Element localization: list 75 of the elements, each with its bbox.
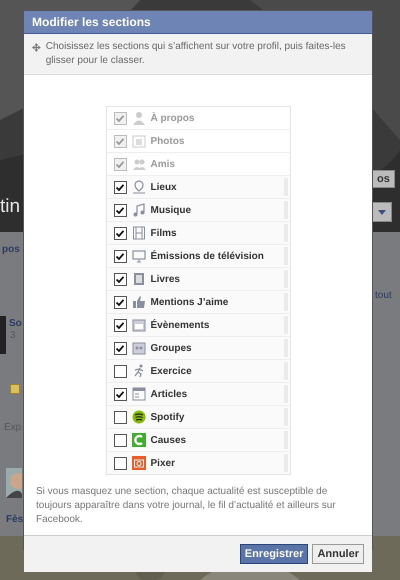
friend-name[interactable]: Fès (6, 514, 24, 525)
dialog-title: Modifier les sections (24, 11, 372, 34)
note-text: Si vous masquez une section, chaque actualité est susceptible de toujours apparaître dans votre journal, le fil d’actualité et ailleurs sur Facebook. (35, 485, 337, 527)
monitor-icon (132, 249, 146, 263)
section-label: Musique (150, 204, 192, 216)
drag-handle[interactable] (284, 431, 288, 449)
thumbs-up-icon (132, 295, 146, 309)
section-label: Lieux (150, 182, 177, 192)
drag-handle[interactable] (284, 316, 288, 334)
section-label: Exercice (150, 366, 192, 376)
camera-icon (132, 456, 146, 470)
letter-c-icon (132, 433, 146, 447)
drag-handle[interactable] (284, 224, 288, 242)
section-label: À propos (150, 112, 194, 124)
checkbox[interactable] (114, 318, 126, 332)
checkbox[interactable] (114, 250, 126, 262)
checkbox[interactable] (114, 272, 126, 286)
cancel-button[interactable]: Annuler (312, 544, 364, 564)
drag-handle[interactable] (284, 385, 288, 403)
drag-handle[interactable] (284, 201, 288, 219)
checkbox[interactable] (114, 434, 126, 446)
article-icon (132, 387, 146, 401)
section-label: Évènements (150, 320, 210, 330)
checkbox[interactable] (114, 410, 126, 424)
profile-name: tin (0, 196, 20, 218)
caret-icon (378, 210, 386, 214)
section-label: Livres (150, 274, 180, 284)
section-label: Articles (150, 388, 188, 400)
drag-handle[interactable] (284, 270, 288, 288)
striped-circle-icon (132, 410, 146, 424)
checkbox[interactable] (114, 456, 126, 470)
section-label: Émissions de télévision (150, 250, 264, 262)
runner-icon (132, 364, 146, 378)
group-icon (132, 341, 146, 355)
photo-icon (132, 134, 146, 148)
drag-handle[interactable] (284, 454, 288, 472)
section-label: Amis (150, 158, 175, 170)
section-label: Spotify (150, 412, 184, 422)
checkbox[interactable] (114, 364, 126, 378)
move-icon (32, 42, 41, 53)
nav-link[interactable]: pos (2, 244, 20, 255)
dropdown-button[interactable] (372, 202, 392, 222)
note-icon (10, 384, 20, 394)
checkbox[interactable] (114, 388, 126, 400)
people-icon (132, 157, 146, 171)
post-author[interactable]: So (9, 318, 22, 329)
drag-handle[interactable] (284, 408, 288, 426)
checkbox[interactable] (114, 296, 126, 308)
music-note-icon (132, 203, 146, 217)
checkbox[interactable] (114, 226, 126, 240)
drag-handle[interactable] (284, 293, 288, 311)
checkbox[interactable] (114, 180, 126, 194)
drag-handle[interactable] (284, 362, 288, 380)
instructions-text: Choisissez les sections qui s’affichent sur votre profil, puis faites-les glisser pour le classer. (46, 40, 347, 68)
book-icon (132, 272, 146, 286)
section-label: Photos (150, 136, 184, 146)
drag-handle[interactable] (284, 339, 288, 357)
save-button[interactable]: Enregistrer (240, 544, 308, 564)
section-label: Pixer (150, 458, 175, 468)
see-all-link[interactable]: tout (375, 290, 392, 301)
section-label: Films (150, 228, 177, 238)
section-label: Groupes (150, 342, 192, 354)
section-label: Mentions J’aime (150, 296, 228, 308)
checkbox[interactable] (114, 204, 126, 216)
drag-handle[interactable] (284, 247, 288, 265)
film-icon (132, 226, 146, 240)
cover-button[interactable]: os (372, 170, 395, 188)
thumbnail (0, 316, 6, 354)
person-icon (132, 111, 146, 125)
avatar (6, 468, 22, 498)
drag-handle[interactable] (284, 178, 288, 196)
map-pin-icon (132, 180, 146, 194)
checkbox[interactable] (114, 342, 126, 354)
section-label: Causes (150, 434, 186, 446)
calendar-icon (132, 318, 146, 332)
